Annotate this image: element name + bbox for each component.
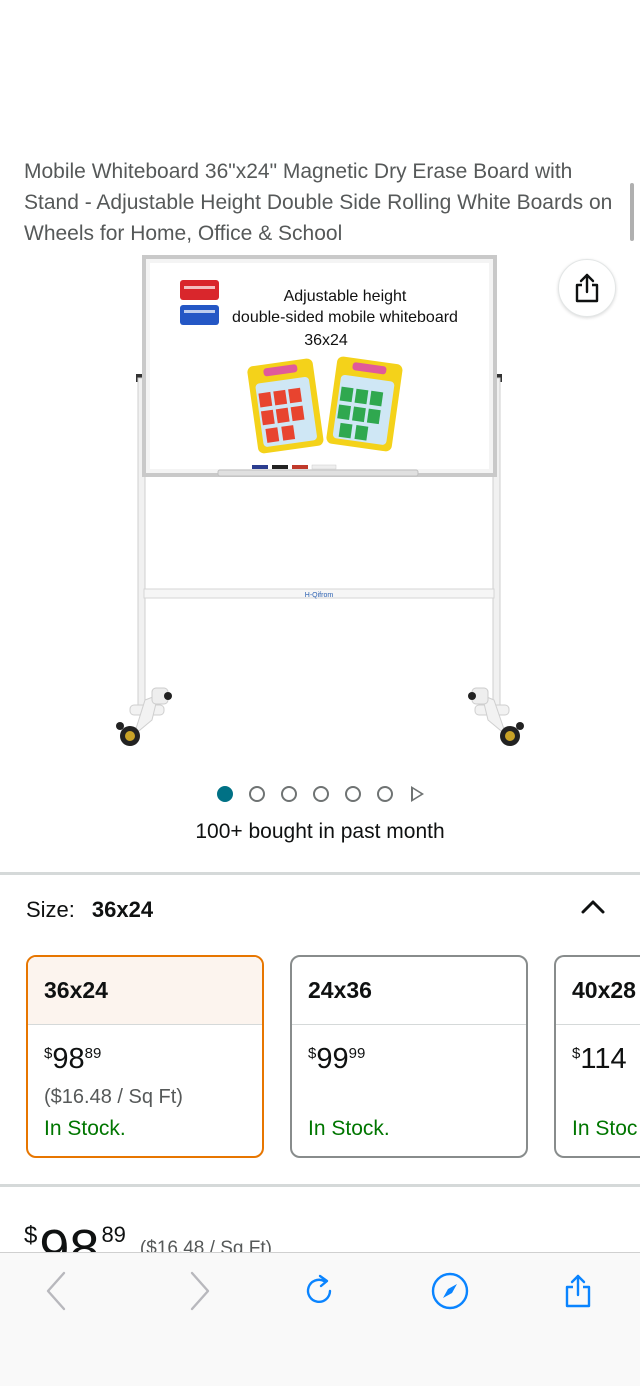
divider: [0, 1184, 640, 1187]
product-title: Mobile Whiteboard 36"x24" Magnetic Dry E…: [24, 160, 613, 245]
size-selected-value: 36x24: [91, 897, 154, 922]
share-button[interactable]: [558, 259, 616, 317]
reload-icon: [306, 1274, 332, 1303]
size-option-unit-price: [572, 1086, 640, 1110]
size-option-name: 36x24: [28, 957, 262, 1025]
reload-button[interactable]: [296, 1269, 344, 1313]
scroll-indicator[interactable]: [630, 183, 634, 241]
carousel-dot[interactable]: [344, 786, 361, 802]
forward-icon: [190, 1271, 210, 1311]
carousel-dot[interactable]: [216, 786, 233, 802]
size-option-stock: In Stock.: [44, 1117, 126, 1140]
size-option-unit-price: [308, 1086, 526, 1110]
caption-line-3: 36x24: [304, 332, 348, 349]
size-label: Size:: [26, 897, 75, 922]
carousel-dot[interactable]: [312, 786, 329, 802]
size-option-stock: In Stock.: [308, 1117, 390, 1140]
size-option-price: $ 98 89: [44, 1043, 102, 1075]
size-option-24x36[interactable]: 24x36 $ 99 99 In Stock.: [290, 955, 528, 1158]
size-option-40x28[interactable]: 40x28 $ 114 In Stoc: [554, 955, 640, 1158]
carousel-dot[interactable]: [248, 786, 265, 802]
buybox-price: $ 98 89 ($16.48 / Sq Ft): [24, 1222, 272, 1254]
caption-line-2: double-sided mobile whiteboard: [232, 309, 458, 326]
safari-compass-button[interactable]: [426, 1269, 474, 1313]
browser-share-button[interactable]: [554, 1269, 602, 1313]
share-icon: [575, 273, 599, 303]
back-icon: [46, 1271, 66, 1311]
caption-line-1: Adjustable height: [284, 288, 407, 305]
size-header: Size: 36x24: [26, 897, 153, 923]
size-option-name: 24x36: [292, 957, 526, 1025]
chevron-up-icon[interactable]: [580, 896, 606, 916]
brand-label: H-Qifrom: [305, 592, 334, 599]
back-button[interactable]: [32, 1269, 80, 1313]
image-carousel-dots: [0, 784, 640, 804]
size-option-unit-price: ($16.48 / Sq Ft): [44, 1086, 183, 1108]
carousel-dot[interactable]: [280, 786, 297, 802]
product-image[interactable]: H-Qifrom Adjustable height double-sided …: [100, 250, 540, 760]
size-option-36x24[interactable]: 36x24 $ 98 89 ($16.48 / Sq Ft) In Stock.: [26, 955, 264, 1158]
video-play-icon[interactable]: [410, 786, 424, 802]
browser-toolbar: [0, 1252, 640, 1386]
carousel-dot[interactable]: [376, 786, 393, 802]
bought-in-past-month: 100+ bought in past month: [195, 820, 445, 843]
forward-button[interactable]: [176, 1269, 224, 1313]
size-option-stock: In Stoc: [572, 1117, 638, 1140]
compass-icon: [431, 1272, 469, 1310]
size-option-name: 40x28: [556, 957, 640, 1025]
divider: [0, 872, 640, 875]
share-icon: [565, 1274, 591, 1308]
size-option-price: $ 114: [572, 1043, 627, 1075]
size-option-price: $ 99 99: [308, 1043, 366, 1075]
